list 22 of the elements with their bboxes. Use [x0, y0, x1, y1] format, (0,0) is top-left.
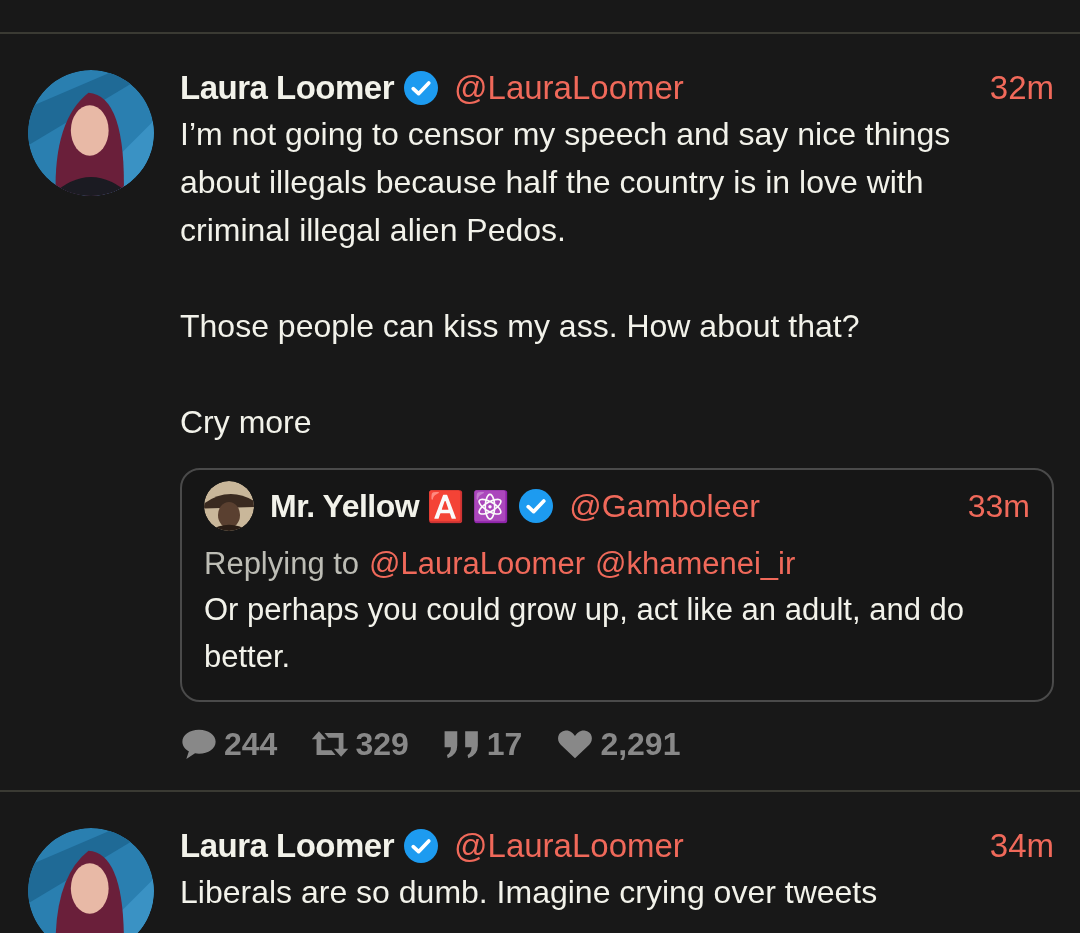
replying-label: Replying to — [204, 546, 360, 581]
timestamp: 33m — [967, 487, 1030, 525]
user-name[interactable]: Laura Loomer — [180, 827, 395, 865]
user-handle[interactable]: @LauraLoomer — [454, 827, 684, 865]
user-handle[interactable]: @LauraLoomer — [454, 69, 684, 107]
user-handle[interactable]: @Gamboleer — [569, 487, 760, 525]
emoji: ⚛ — [472, 488, 510, 524]
user-name[interactable]: Mr. Yellow — [270, 487, 420, 525]
stat-count: 17 — [486, 725, 523, 763]
mention-link[interactable]: @khamenei_ir — [594, 546, 796, 581]
mention-link[interactable]: @LauraLoomer — [369, 546, 585, 581]
stat-count: 329 — [355, 725, 409, 763]
stat-count: 2,291 — [600, 725, 681, 763]
user-name[interactable]: Laura Loomer — [180, 69, 395, 107]
tweet-text: Liberals are so dumb. Imagine crying over tweets — [180, 873, 879, 912]
timestamp: 34m — [989, 827, 1054, 865]
quoted-text: Or perhaps you could grow up, act like an adult, and do better. — [204, 591, 965, 676]
quoted-tweet-card[interactable]: Mr. Yellow 🅰 ⚛ @Gamboleer 33m Replying to @LauraLoomer @khamenei_ir Or perhaps you could grow up, act like an adult, and do better. — [180, 468, 1054, 702]
tweet-text: I’m not going to censor my speech and say nice things about illegals because half the country is in love with criminal illegal alien Pedos. Those people can kiss my ass. How about that? Cry more — [180, 115, 952, 442]
timestamp: 32m — [989, 69, 1054, 107]
emoji: 🅰 — [427, 488, 465, 524]
stat-count: 244 — [224, 725, 278, 763]
